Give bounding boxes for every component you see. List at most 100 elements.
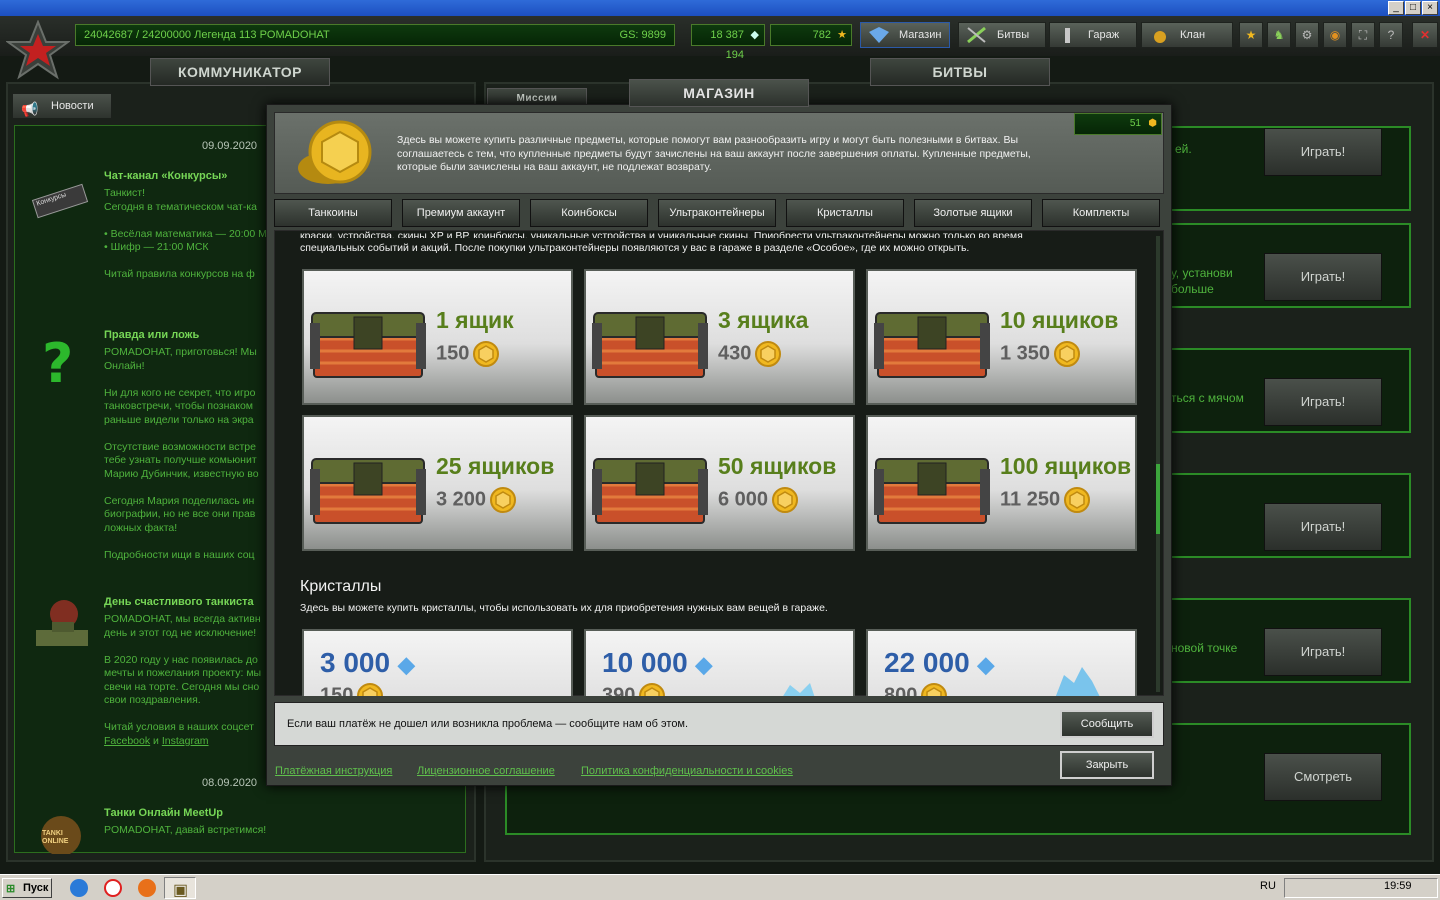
ultra-intro: специальных событий и акций. После покуп… (300, 242, 970, 254)
crystals-counter: 18 387 194 ◆ (691, 24, 765, 61)
crystal-price: 390 (602, 683, 666, 696)
category-tankoins[interactable]: Танкоины (274, 199, 392, 227)
container-card[interactable]: 3 ящика 430 (584, 269, 855, 405)
minimize-button[interactable]: _ (1388, 1, 1404, 15)
play-button[interactable]: Играть! (1264, 628, 1382, 676)
watch-button[interactable]: Смотреть (1264, 753, 1382, 801)
payment-instructions-link[interactable]: Платёжная инструкция (275, 765, 392, 777)
exit-button[interactable]: ✕ (1412, 22, 1438, 48)
wrench-icon (1065, 28, 1070, 43)
crystal-price: 800 (884, 683, 948, 696)
tankoin-icon (755, 341, 782, 367)
category-kits[interactable]: Комплекты (1042, 199, 1160, 227)
container-price: 3 200 (436, 487, 517, 513)
container-card[interactable]: 100 ящиков 11 250 (866, 415, 1137, 551)
window-close-button[interactable]: × (1422, 1, 1438, 15)
fullscreen-icon[interactable]: ⛶ (1351, 22, 1375, 48)
news-body: Танкист! Сегодня в тематическом чат-ка • … (104, 187, 267, 280)
crystal-amount: 22 000 ◆ (884, 647, 995, 678)
nav-clan-button[interactable]: Клан (1141, 22, 1233, 48)
category-crystals[interactable]: Кристаллы (786, 199, 904, 227)
gold-coin-icon (298, 120, 372, 184)
star-coin-icon: ★ (837, 29, 847, 41)
play-button[interactable]: Играть! (1264, 503, 1382, 551)
crystal-shop-icon (869, 27, 889, 43)
container-qty: 10 ящиков (1000, 307, 1119, 333)
tank-icon: ▣ (173, 882, 189, 899)
news-title[interactable]: Чат-канал «Конкурсы» (104, 170, 227, 182)
window-titlebar (0, 0, 1440, 16)
privacy-policy-link[interactable]: Политика конфиденциальности и cookies (581, 765, 793, 777)
rank-text: 24042687 / 24200000 Легенда 113 POMADOHA… (84, 29, 330, 41)
container-qty: 1 ящик (436, 307, 514, 333)
payment-notice: Если ваш платёж не дошел или возникла пр… (274, 702, 1164, 746)
news-title[interactable]: День счастливого танкиста (104, 596, 254, 608)
play-button[interactable]: Играть! (1264, 128, 1382, 176)
yandex-browser-icon[interactable] (104, 879, 122, 897)
start-button[interactable]: ⊞ Пуск (2, 878, 52, 898)
container-price: 150 (436, 341, 500, 367)
container-card[interactable]: 1 ящик 150 (302, 269, 573, 405)
scrollbar[interactable] (1156, 236, 1160, 692)
help-icon[interactable]: ? (1379, 22, 1403, 48)
play-button[interactable]: Играть! (1264, 253, 1382, 301)
nav-battles-button[interactable]: Битвы (958, 22, 1046, 48)
scrollbar-thumb[interactable] (1156, 464, 1160, 534)
category-coinboxes[interactable]: Коинбоксы (530, 199, 648, 227)
news-body: POMADOHAT, давай встретимся! (104, 824, 267, 836)
news-title[interactable]: Танки Онлайн MeetUp (104, 807, 223, 819)
container-chest-icon (872, 457, 992, 525)
maximize-button[interactable]: □ (1405, 1, 1421, 15)
crystal-pack-card[interactable]: 3 000 ◆ 150 (302, 629, 573, 696)
sound-icon[interactable]: ◉ (1323, 22, 1347, 48)
tankoin-icon (490, 487, 517, 513)
report-button[interactable]: Сообщить (1060, 710, 1154, 738)
container-price: 430 (718, 341, 782, 367)
battles-header: БИТВЫ (870, 58, 1050, 86)
ie-icon[interactable] (70, 879, 88, 897)
container-chest-icon (590, 311, 710, 379)
container-card[interactable]: 25 ящиков 3 200 (302, 415, 573, 551)
nav-shop-button[interactable]: Магазин (860, 22, 950, 48)
crystal-amount: 10 000 ◆ (602, 647, 713, 678)
container-card[interactable]: 50 ящиков 6 000 (584, 415, 855, 551)
friends-icon[interactable]: ♞ (1267, 22, 1291, 48)
firefox-icon[interactable] (138, 879, 156, 897)
os-taskbar: ⊞ Пуск ▣ (0, 874, 1440, 900)
container-chest-icon (590, 457, 710, 525)
container-card[interactable]: 10 ящиков 1 350 (866, 269, 1137, 405)
crystal-pack-card[interactable]: 22 000 ◆ 800 (866, 629, 1137, 696)
container-chest-icon (872, 311, 992, 379)
facebook-link[interactable]: Facebook (104, 735, 150, 747)
crystal-price: 150 (320, 683, 384, 696)
crystals-section-subtitle: Здесь вы можете купить кристаллы, чтобы … (300, 602, 828, 614)
news-button[interactable]: 📢 Новости (12, 93, 112, 119)
tanki-online-logo-text: TANKI ONLINE (42, 830, 69, 845)
news-date: 09.09.2020 (202, 140, 258, 152)
crystal-icon: ◆ (695, 652, 713, 677)
instagram-link[interactable]: Instagram (162, 735, 209, 747)
container-price: 1 350 (1000, 341, 1081, 367)
container-price: 11 250 (1000, 487, 1091, 513)
nav-garage-button[interactable]: Гараж (1049, 22, 1137, 48)
system-tray (1284, 878, 1438, 898)
category-premium[interactable]: Премиум аккаунт (402, 199, 520, 227)
play-button[interactable]: Играть! (1264, 378, 1382, 426)
taskbar-tanki-app[interactable]: ▣ (164, 877, 196, 899)
close-button[interactable]: Закрыть (1060, 751, 1154, 779)
news-date: 08.09.2020 (202, 777, 258, 789)
license-agreement-link[interactable]: Лицензионное соглашение (417, 765, 555, 777)
container-qty: 100 ящиков (1000, 453, 1132, 479)
news-body: POMADOHAT, мы всегда активн день и этот г… (104, 613, 262, 733)
category-ultracontainers[interactable]: Ультраконтейнеры (658, 199, 776, 227)
crystal-icon: ◆ (397, 652, 415, 677)
language-indicator[interactable]: RU (1260, 880, 1276, 892)
category-gold-boxes[interactable]: Золотые ящики (914, 199, 1032, 227)
crystal-pack-card[interactable]: 10 000 ◆ 390 (584, 629, 855, 696)
container-qty: 50 ящиков (718, 453, 837, 479)
settings-gear-icon[interactable]: ⚙ (1295, 22, 1319, 48)
news-title[interactable]: Правда или ложь (104, 329, 199, 341)
tankoin-icon (1054, 341, 1081, 367)
achievements-star-icon[interactable]: ★ (1239, 22, 1263, 48)
container-price: 6 000 (718, 487, 799, 513)
